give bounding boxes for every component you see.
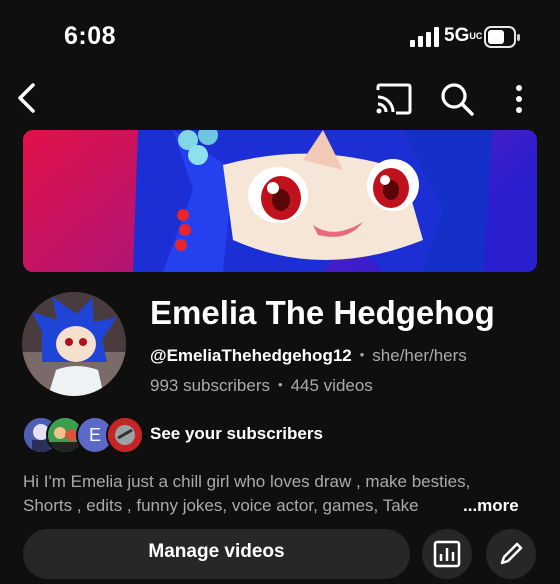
channel-stats-row: 993 subscribers • 445 videos [150, 376, 373, 395]
search-icon[interactable] [438, 80, 476, 118]
channel-avatar[interactable] [22, 292, 126, 396]
description-line: Hi I'm Emelia just a chill girl who love… [23, 472, 471, 491]
analytics-button[interactable] [422, 529, 472, 579]
channel-handle-row: @EmeliaThehedgehog12 • she/her/hers [150, 346, 467, 365]
analytics-icon [433, 540, 461, 568]
edit-pencil-icon [500, 542, 523, 565]
status-time: 6:08 [64, 22, 117, 50]
cast-icon[interactable] [374, 82, 414, 116]
more-vert-icon[interactable] [504, 82, 534, 116]
back-arrow-icon[interactable] [12, 82, 44, 114]
see-subscribers-link[interactable]: See your subscribers [150, 424, 323, 444]
channel-description[interactable]: Hi I'm Emelia just a chill girl who love… [23, 470, 543, 518]
channel-name: Emelia The Hedgehog [150, 294, 495, 331]
network-indicator: 5GUC [444, 25, 483, 46]
manage-videos-button[interactable]: Manage videos [23, 529, 410, 579]
channel-pronouns: she/her/hers [372, 346, 467, 365]
channel-banner [23, 130, 537, 272]
subscriber-count: 993 subscribers [150, 376, 271, 395]
battery-icon [484, 26, 520, 48]
video-count: 445 videos [290, 376, 373, 395]
channel-handle: @EmeliaThehedgehog12 [150, 346, 352, 365]
signal-icon [410, 27, 439, 47]
edit-button[interactable] [486, 529, 536, 579]
subscriber-avatars[interactable]: E [22, 416, 144, 454]
more-link[interactable]: ...more [463, 494, 519, 518]
description-line: Shorts , edits , funny jokes, voice acto… [23, 494, 543, 518]
subscriber-avatar [106, 416, 144, 454]
